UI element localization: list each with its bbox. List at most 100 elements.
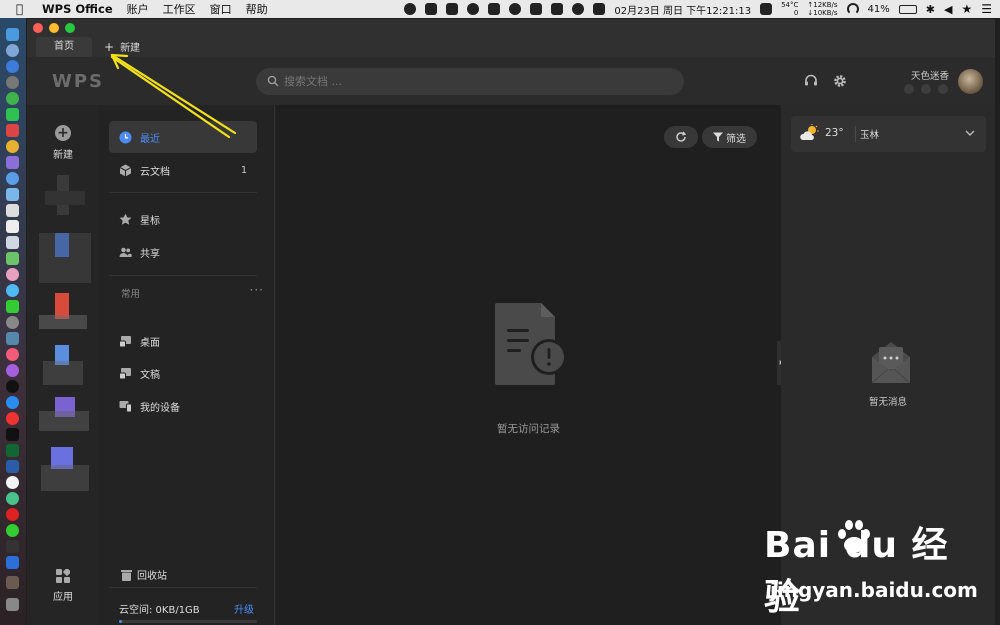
settings-dock-icon[interactable] [6,316,19,329]
zoom-window-button[interactable] [65,23,75,33]
tv-icon[interactable] [6,380,19,393]
nav-shared-label: 共享 [140,248,160,260]
launchpad-icon[interactable] [6,44,19,57]
search-input[interactable] [284,68,674,95]
sync-icon[interactable] [488,3,501,15]
apps-grid-icon [56,569,70,583]
appstore-icon[interactable] [6,396,19,409]
volume-icon[interactable]: ◀ [944,3,952,16]
photo-app-icon[interactable] [6,268,19,281]
podcasts-icon[interactable] [6,364,19,377]
wps-dock-icon[interactable] [6,556,19,569]
maps-icon[interactable] [6,252,19,265]
wechat-icon[interactable] [6,108,19,121]
rail-new-button[interactable]: + 新建 [27,125,99,161]
battery-icon[interactable] [898,4,917,14]
music-icon[interactable] [530,3,543,15]
rocket-icon[interactable] [6,76,19,89]
wifi-icon[interactable] [846,3,859,15]
chat-icon[interactable] [6,92,19,105]
safari-icon[interactable] [6,60,19,73]
menu-window[interactable]: 窗口 [210,1,232,17]
status-app-icon[interactable] [404,3,417,15]
rail-apps-button[interactable]: 应用 [27,569,99,603]
calendar-icon[interactable] [593,3,606,15]
search-box[interactable] [256,68,684,95]
new-tab-button[interactable]: + 新建 [104,37,140,57]
upgrade-link[interactable]: 升级 [234,601,254,616]
trash-icon[interactable] [6,598,19,611]
finder-icon[interactable] [6,28,19,41]
netease-icon[interactable] [6,508,19,521]
datetime-label[interactable]: 02月23日 周日 下午12:21:13 [614,2,751,17]
menu-account[interactable]: 账户 [127,1,149,17]
music-dock-icon[interactable] [6,348,19,361]
avatar[interactable] [958,69,983,94]
network-monitor[interactable]: ↑12KB/s ↓10KB/s [807,1,837,17]
apple-menu-icon[interactable]:  [16,3,26,15]
nav-item-desktop[interactable]: 桌面 [109,325,257,357]
menu-help[interactable]: 帮助 [246,1,268,17]
compass-icon[interactable] [6,172,19,185]
divider [109,192,257,193]
app-purple-icon[interactable] [6,156,19,169]
badge-icon [904,84,914,94]
chrome-icon[interactable] [6,140,19,153]
cloud-docs-count: 1 [240,164,247,176]
documents-folder-icon [119,367,131,379]
star-icon[interactable]: ★ [961,2,972,16]
messages-icon[interactable] [6,284,19,297]
thermometer-icon[interactable] [6,332,19,345]
nav-item-shared[interactable]: 共享 [109,236,257,268]
app-green-icon[interactable] [6,492,19,505]
username[interactable]: 天色迷香 [911,68,949,82]
nav-item-cloud-docs[interactable]: 云文档 1 [109,154,257,186]
yandex-icon[interactable] [6,476,19,489]
vpn-icon[interactable] [6,460,19,473]
qq-dock-icon[interactable] [6,540,19,553]
headset-icon[interactable] [804,74,818,88]
facetime-icon[interactable] [6,300,19,313]
terminal-icon[interactable] [6,428,19,441]
nav-item-documents[interactable]: 文稿 [109,357,257,389]
calendar-dock-icon[interactable] [6,220,19,233]
display-icon[interactable] [551,3,564,15]
control-center-icon[interactable]: ☰ [981,2,992,16]
s-app-icon[interactable] [446,3,459,15]
app-red-icon[interactable] [6,124,19,137]
tab-home[interactable]: 首页 [36,37,92,57]
wechat-dock-icon[interactable] [6,524,19,537]
notes-icon[interactable] [6,204,19,217]
photos-icon[interactable] [6,188,19,201]
refresh-button[interactable] [664,126,698,148]
bookmark-icon[interactable] [760,3,773,15]
menu-workspace[interactable]: 工作区 [163,1,196,17]
app-name-menu[interactable]: WPS Office [42,2,113,16]
recycle-bin-button[interactable]: 回收站 [121,567,167,582]
monitor-icon[interactable] [6,444,19,457]
cpu-monitor[interactable]: 54°C 0 [781,1,798,17]
recycle-bin-label: 回收站 [137,571,167,582]
download-icon[interactable] [425,3,438,15]
clock-icon[interactable] [572,3,585,15]
nav-item-my-devices[interactable]: 我的设备 [109,390,257,422]
close-window-button[interactable] [33,23,43,33]
clock-icon [119,131,132,143]
cpu-temp: 54°C [781,1,799,9]
globe-icon[interactable] [509,3,522,15]
nav-item-recent[interactable]: 最近 [109,121,257,153]
battery-percent[interactable]: 41% [868,4,890,15]
minimize-window-button[interactable] [49,23,59,33]
nav-item-starred[interactable]: 星标 [109,203,257,235]
weather-widget[interactable]: 23° 玉林 [791,116,986,152]
preview-icon[interactable] [6,236,19,249]
folder-icon[interactable] [6,576,19,589]
cloud-usage-fill [119,620,122,623]
bluetooth-icon[interactable]: ✱ [926,3,935,16]
gear-icon[interactable] [833,74,847,88]
chevron-down-icon[interactable] [964,127,976,139]
more-options-icon[interactable]: ··· [250,283,264,297]
qq-icon[interactable] [467,3,480,15]
filter-button[interactable]: 筛选 [702,126,757,148]
vivaldi-icon[interactable] [6,412,19,425]
